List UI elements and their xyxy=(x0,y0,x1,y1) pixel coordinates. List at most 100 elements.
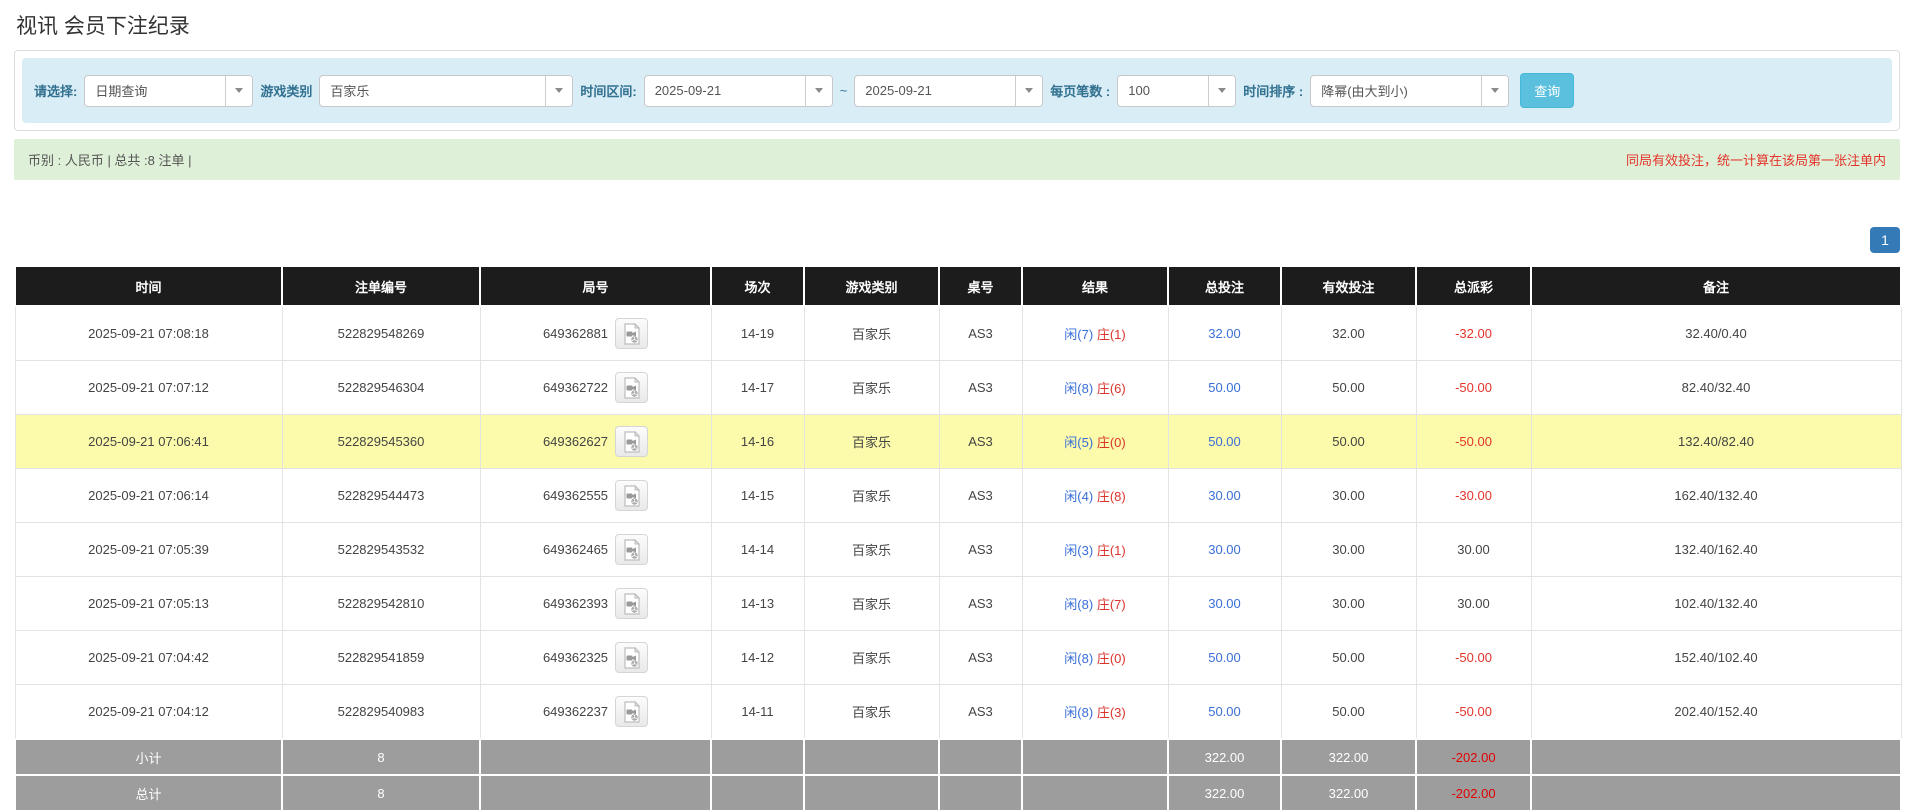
valid-bet-amount: 50.00 xyxy=(1332,704,1365,719)
video-replay-button[interactable] xyxy=(615,534,649,565)
total-bet-cell: 50.00 xyxy=(1167,630,1282,685)
date-from-value: 2025-09-21 xyxy=(654,83,722,98)
banker-result: 庄(3) xyxy=(1096,705,1126,720)
subtotal-total-bet: 322.00 xyxy=(1167,738,1282,776)
game-type: 百家乐 xyxy=(851,543,891,558)
payout-cell: 30.00 xyxy=(1415,522,1532,577)
round-no-cell: 649362325 xyxy=(479,630,712,685)
remark-text: 32.40/0.40 xyxy=(1685,326,1747,341)
total-bet-link[interactable]: 50.00 xyxy=(1208,650,1241,665)
table-no-cell: AS3 xyxy=(938,468,1023,523)
payout-cell: -50.00 xyxy=(1415,414,1532,469)
total-bet-link[interactable]: 30.00 xyxy=(1208,488,1241,503)
player-result: 闲(7) xyxy=(1064,327,1094,342)
total-bet-link[interactable]: 32.00 xyxy=(1208,326,1241,341)
valid-bet-cell: 50.00 xyxy=(1280,630,1417,685)
session-cell: 14-19 xyxy=(710,305,805,361)
date-to-picker[interactable]: 2025-09-21 xyxy=(854,74,1044,107)
video-replay-button[interactable] xyxy=(615,426,649,457)
chevron-down-icon[interactable] xyxy=(1208,75,1236,106)
table-body: 2025-09-21 07:08:18 522829548269 6493628… xyxy=(14,305,1902,740)
result-cell: 闲(3) 庄(1) xyxy=(1021,522,1169,577)
table-number: AS3 xyxy=(968,380,993,395)
query-type-select[interactable]: 日期查询 xyxy=(84,74,254,107)
chevron-down-icon[interactable] xyxy=(225,75,253,106)
video-file-icon xyxy=(623,430,640,453)
search-button[interactable]: 查询 xyxy=(1520,73,1575,108)
payout-cell: -32.00 xyxy=(1415,305,1532,361)
video-replay-button[interactable] xyxy=(615,588,649,619)
total-bet-link[interactable]: 50.00 xyxy=(1208,380,1241,395)
video-replay-button[interactable] xyxy=(615,372,649,403)
sort-order-select[interactable]: 降幂(由大到小) xyxy=(1310,74,1510,107)
table-row: 2025-09-21 07:06:14 522829544473 6493625… xyxy=(14,468,1902,523)
total-bet-cell: 30.00 xyxy=(1167,522,1282,577)
session-number: 14-13 xyxy=(740,596,775,611)
total-bet-link[interactable]: 50.00 xyxy=(1208,434,1241,449)
col-bet-no: 注单编号 xyxy=(281,265,481,307)
session-number: 14-15 xyxy=(740,488,775,503)
round-no-cell: 649362237 xyxy=(479,684,712,740)
col-round-no: 局号 xyxy=(479,265,712,307)
game-type: 百家乐 xyxy=(851,381,891,396)
subtotal-label: 小计 xyxy=(14,738,283,776)
page-1-button[interactable]: 1 xyxy=(1870,227,1900,253)
remark-text: 152.40/102.40 xyxy=(1674,650,1758,665)
table-no-cell: AS3 xyxy=(938,630,1023,685)
time-range-label: 时间区间: xyxy=(580,84,637,99)
video-replay-button[interactable] xyxy=(615,642,649,673)
video-replay-button[interactable] xyxy=(615,480,649,511)
bet-no-cell: 522829544473 xyxy=(281,468,481,523)
table-number: AS3 xyxy=(968,704,993,719)
remark-cell: 132.40/82.40 xyxy=(1530,414,1902,469)
total-bet-cell: 50.00 xyxy=(1167,360,1282,415)
chevron-down-icon[interactable] xyxy=(545,75,573,106)
result-cell: 闲(5) 庄(0) xyxy=(1021,414,1169,469)
video-replay-button[interactable] xyxy=(615,318,649,349)
caret-icon xyxy=(1218,88,1227,93)
game-type-cell: 百家乐 xyxy=(803,522,940,577)
valid-bet-cell: 50.00 xyxy=(1280,684,1417,740)
table-row: 2025-09-21 07:06:41 522829545360 6493626… xyxy=(14,414,1902,469)
date-from-picker[interactable]: 2025-09-21 xyxy=(643,74,833,107)
total-bet-link[interactable]: 30.00 xyxy=(1208,542,1241,557)
remark-text: 202.40/152.40 xyxy=(1674,704,1758,719)
round-no-cell: 649362393 xyxy=(479,576,712,631)
bet-no-cell: 522829543532 xyxy=(281,522,481,577)
banker-result: 庄(7) xyxy=(1096,597,1126,612)
video-replay-button[interactable] xyxy=(615,696,649,727)
session-cell: 14-13 xyxy=(710,576,805,631)
time-cell: 2025-09-21 07:06:14 xyxy=(14,468,283,523)
session-number: 14-14 xyxy=(740,542,775,557)
game-type-select[interactable]: 百家乐 xyxy=(319,74,574,107)
total-bet-cell: 50.00 xyxy=(1167,414,1282,469)
page-size-select[interactable]: 100 xyxy=(1117,74,1237,107)
table-row: 2025-09-21 07:08:18 522829548269 6493628… xyxy=(14,305,1902,361)
bet-time: 2025-09-21 07:04:42 xyxy=(88,650,209,665)
total-bet-cell: 30.00 xyxy=(1167,576,1282,631)
total-bet-link[interactable]: 50.00 xyxy=(1208,704,1241,719)
video-file-icon xyxy=(623,376,640,399)
chevron-down-icon[interactable] xyxy=(1481,75,1509,106)
game-type: 百家乐 xyxy=(851,597,891,612)
col-table-no: 桌号 xyxy=(938,265,1023,307)
bet-no-cell: 522829546304 xyxy=(281,360,481,415)
bet-no-cell: 522829548269 xyxy=(281,305,481,361)
player-result: 闲(4) xyxy=(1064,489,1094,504)
total-bet-link[interactable]: 30.00 xyxy=(1208,596,1241,611)
remark-text: 132.40/82.40 xyxy=(1678,434,1754,449)
bet-time: 2025-09-21 07:05:13 xyxy=(88,596,209,611)
remark-cell: 202.40/152.40 xyxy=(1530,684,1902,740)
payout-amount: 30.00 xyxy=(1457,542,1490,557)
table-no-cell: AS3 xyxy=(938,522,1023,577)
bet-number: 522829540983 xyxy=(337,704,425,719)
player-result: 闲(8) xyxy=(1064,381,1094,396)
round-number: 649362465 xyxy=(542,542,609,557)
remark-text: 82.40/32.40 xyxy=(1681,380,1751,395)
bet-number: 522829548269 xyxy=(337,326,425,341)
banker-result: 庄(1) xyxy=(1096,327,1126,342)
session-cell: 14-15 xyxy=(710,468,805,523)
chevron-down-icon[interactable] xyxy=(804,75,832,106)
chevron-down-icon[interactable] xyxy=(1015,75,1043,106)
table-number: AS3 xyxy=(968,596,993,611)
